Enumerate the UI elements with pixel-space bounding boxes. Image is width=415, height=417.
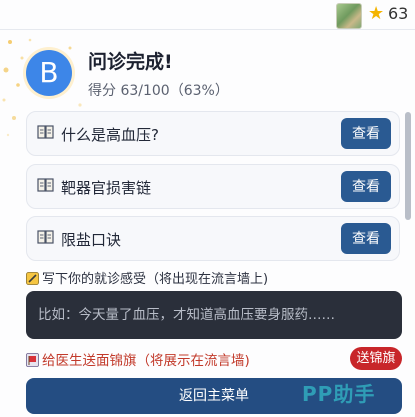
book-icon — [37, 230, 54, 244]
knowledge-item-label: 什么是高血压? — [61, 126, 159, 144]
feedback-input[interactable]: 比如：今天量了血压，才知道高血压要身服药…… — [26, 291, 402, 339]
pencil-icon — [26, 272, 39, 285]
knowledge-item: 靶器官损害链 查看 — [26, 164, 400, 209]
book-icon — [37, 125, 54, 139]
watermark-logo: PP助手 — [302, 382, 376, 406]
send-banner-button[interactable]: 送锦旗 — [350, 347, 402, 370]
star-icon: ★ — [368, 3, 385, 24]
knowledge-item: 限盐口诀 查看 — [26, 216, 400, 261]
result-avatar: B — [26, 50, 72, 96]
user-avatar-thumbnail[interactable] — [336, 3, 362, 29]
feedback-prompt: 写下你的就诊感受（将出现在流言墙上) — [26, 268, 268, 287]
banner-prompt: 给医生送面锦旗（将展示在流言墙) — [26, 349, 250, 369]
view-button[interactable]: 查看 — [341, 118, 391, 149]
star-count: 63 — [388, 4, 409, 23]
book-icon — [37, 178, 54, 192]
banner-prompt-text: 给医生送面锦旗（将展示在流言墙) — [42, 353, 250, 369]
top-bar: ★ 63 — [0, 0, 415, 30]
result-title: 问诊完成! — [88, 51, 173, 73]
banner-flag-icon — [26, 353, 39, 367]
top-divider — [0, 29, 415, 30]
feedback-prompt-text: 写下你的就诊感受（将出现在流言墙上) — [42, 272, 269, 287]
knowledge-item-label: 靶器官损害链 — [61, 179, 152, 197]
knowledge-item-label: 限盐口诀 — [61, 231, 122, 249]
knowledge-item: 什么是高血压? 查看 — [26, 111, 400, 156]
view-button[interactable]: 查看 — [341, 223, 391, 254]
scrollbar-thumb[interactable] — [405, 112, 411, 220]
view-button[interactable]: 查看 — [341, 171, 391, 202]
result-score: 得分 63/100（63%） — [88, 83, 229, 99]
